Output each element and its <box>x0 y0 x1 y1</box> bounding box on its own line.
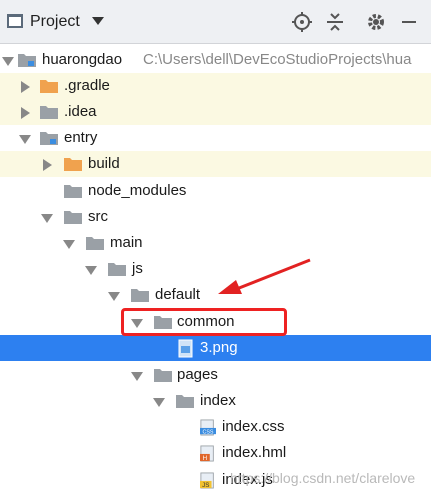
tree-item-src[interactable]: src <box>0 204 431 230</box>
folder-icon <box>108 263 126 276</box>
svg-text:CSS: CSS <box>203 429 214 435</box>
svg-text:H: H <box>203 455 208 462</box>
tree-item-3png[interactable]: 3.png <box>0 335 431 361</box>
css-file-icon: CSS <box>200 419 216 436</box>
project-path: C:\Users\dell\DevEcoStudioProjects\hua <box>143 51 412 68</box>
folder-icon <box>64 185 82 198</box>
tree-item-entry[interactable]: entry <box>0 125 431 151</box>
chevron-down-icon[interactable] <box>108 292 120 301</box>
folder-icon <box>64 158 82 171</box>
chevron-down-icon[interactable] <box>85 266 97 275</box>
chevron-down-icon[interactable] <box>92 17 104 25</box>
tree-item-main[interactable]: main <box>0 230 431 256</box>
project-view-label[interactable]: Project <box>30 13 80 31</box>
project-icon <box>7 14 23 28</box>
tree-item-idea[interactable]: .idea <box>0 99 431 125</box>
tree-item-pages[interactable]: pages <box>0 362 431 388</box>
chevron-right-icon[interactable] <box>21 81 30 93</box>
hml-file-icon: H <box>200 445 214 462</box>
collapse-icon[interactable] <box>324 11 346 33</box>
chevron-down-icon[interactable] <box>63 240 75 249</box>
chevron-down-icon[interactable] <box>41 214 53 223</box>
module-folder-icon <box>40 132 58 145</box>
tree-item-huarongdao[interactable]: huarongdao C:\Users\dell\DevEcoStudioPro… <box>0 47 431 73</box>
image-file-icon <box>178 339 193 358</box>
watermark: https://blog.csdn.net/clarelove <box>230 470 416 486</box>
annotation-arrow-icon <box>218 258 311 294</box>
folder-icon <box>154 369 172 382</box>
locate-icon[interactable] <box>291 11 313 33</box>
chevron-down-icon[interactable] <box>131 372 143 381</box>
tree-item-gradle[interactable]: .gradle <box>0 73 431 99</box>
annotation-highlight-box <box>121 308 287 336</box>
tree-item-node-modules[interactable]: node_modules <box>0 178 431 204</box>
folder-icon <box>131 289 149 302</box>
gear-icon[interactable] <box>365 11 387 33</box>
tree-item-index-folder[interactable]: index <box>0 388 431 414</box>
js-file-icon: JS <box>200 472 214 489</box>
minimize-icon[interactable] <box>398 11 420 33</box>
project-toolbar: Project <box>0 0 431 44</box>
tree-item-index-hml[interactable]: H index.hml <box>0 440 431 466</box>
chevron-down-icon[interactable] <box>153 398 165 407</box>
folder-icon <box>64 211 82 224</box>
tree-item-build[interactable]: build <box>0 151 431 177</box>
folder-icon <box>176 395 194 408</box>
folder-icon <box>40 106 58 119</box>
module-folder-icon <box>18 54 36 67</box>
chevron-right-icon[interactable] <box>21 107 30 119</box>
folder-icon <box>86 237 104 250</box>
tree-item-index-css[interactable]: CSS index.css <box>0 414 431 440</box>
chevron-down-icon[interactable] <box>2 57 14 66</box>
chevron-down-icon[interactable] <box>19 135 31 144</box>
chevron-right-icon[interactable] <box>43 159 52 171</box>
folder-icon <box>40 80 58 93</box>
svg-text:JS: JS <box>202 482 209 489</box>
